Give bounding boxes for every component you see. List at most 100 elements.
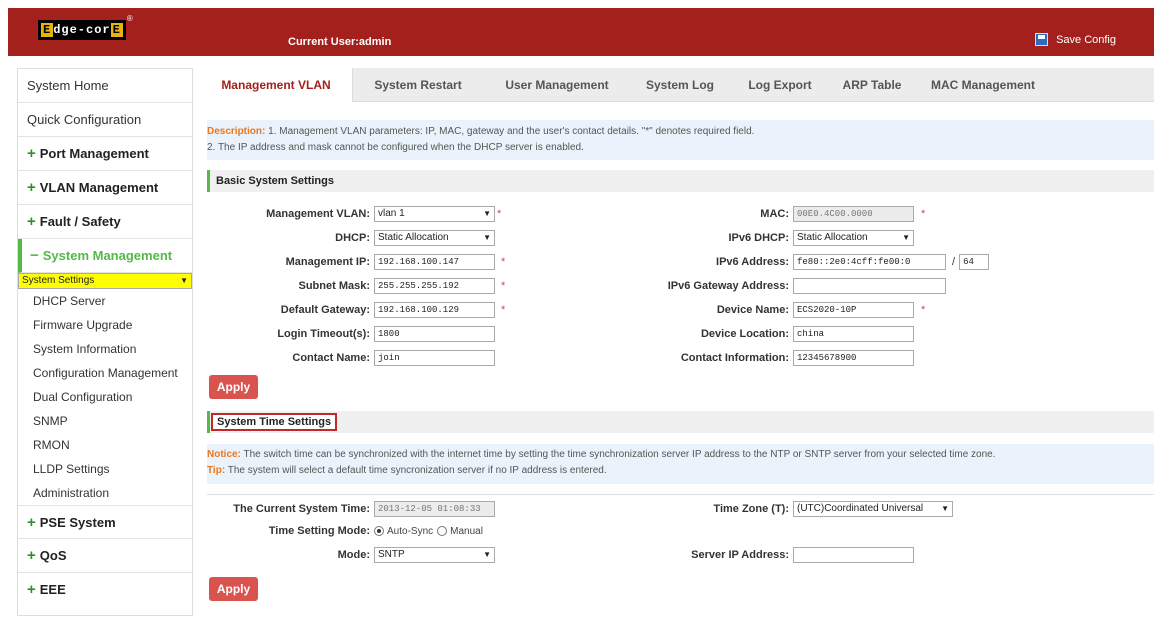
notice-text: The switch time can be synchronized with… bbox=[240, 449, 996, 460]
sidebar-item-port-management[interactable]: + Port Management bbox=[18, 137, 192, 171]
device-name-label: Device Name: bbox=[716, 304, 789, 316]
description-label: Description: bbox=[207, 126, 266, 137]
sidebar-sub-dual-configuration[interactable]: Dual Configuration bbox=[18, 385, 192, 409]
ipv6-dhcp-select[interactable]: Static Allocation bbox=[793, 230, 914, 246]
expand-icon: + bbox=[27, 145, 36, 162]
description-line2: 2. The IP address and mask cannot be con… bbox=[207, 142, 584, 153]
sidebar-sub-firmware-upgrade[interactable]: Firmware Upgrade bbox=[18, 313, 192, 337]
tab-user-management[interactable]: User Management bbox=[483, 68, 631, 102]
time-settings-header: System Time Settings bbox=[207, 411, 1154, 433]
collapse-icon: − bbox=[30, 247, 39, 264]
sidebar-sub-system-information[interactable]: System Information bbox=[18, 337, 192, 361]
time-settings-form: The Current System Time: 2013-12-05 01:0… bbox=[207, 499, 1154, 609]
sidebar-sub-dhcp-server[interactable]: DHCP Server bbox=[18, 289, 192, 313]
sidebar-item-qos[interactable]: + QoS bbox=[18, 539, 192, 573]
management-ip-label: Management IP: bbox=[285, 256, 370, 268]
current-time-label: The Current System Time: bbox=[233, 503, 370, 515]
tip-label: Tip: bbox=[207, 465, 226, 476]
basic-settings-form: Management VLAN: vlan 1 * DHCP: Static A… bbox=[207, 204, 1154, 434]
sidebar-sub-snmp[interactable]: SNMP bbox=[18, 409, 192, 433]
sidebar-item-eee[interactable]: + EEE bbox=[18, 573, 192, 607]
contact-information-label: Contact Information: bbox=[680, 352, 789, 364]
sidebar-item-fault-safety[interactable]: + Fault / Safety bbox=[18, 205, 192, 239]
sidebar-item-system-home[interactable]: System Home bbox=[18, 69, 192, 103]
sidebar-sub-configuration-management[interactable]: Configuration Management bbox=[18, 361, 192, 385]
expand-icon: + bbox=[27, 514, 36, 531]
notice-label: Notice: bbox=[207, 449, 241, 460]
ipv6-gateway-label: IPv6 Gateway Address: bbox=[667, 280, 789, 292]
ipv6-gateway-input[interactable] bbox=[793, 278, 946, 294]
dhcp-select[interactable]: Static Allocation bbox=[374, 230, 495, 246]
sidebar-item-pse-system[interactable]: + PSE System bbox=[18, 505, 192, 539]
device-name-input[interactable]: ECS2020-10P bbox=[793, 302, 914, 318]
sidebar-item-system-management[interactable]: − System Management bbox=[18, 239, 192, 273]
tab-system-log[interactable]: System Log bbox=[631, 68, 729, 102]
current-time-input: 2013-12-05 01:08:33 bbox=[374, 501, 495, 517]
apply-basic-button[interactable]: Apply bbox=[209, 375, 258, 399]
sidebar-sub-rmon[interactable]: RMON bbox=[18, 433, 192, 457]
sidebar-item-vlan-management[interactable]: + VLAN Management bbox=[18, 171, 192, 205]
server-ip-input[interactable] bbox=[793, 547, 914, 563]
server-ip-label: Server IP Address: bbox=[691, 549, 789, 561]
required-mark: * bbox=[501, 280, 506, 292]
default-gateway-input[interactable]: 192.168.100.129 bbox=[374, 302, 495, 318]
mode-select[interactable]: SNTP bbox=[374, 547, 495, 563]
tab-arp-table[interactable]: ARP Table bbox=[831, 68, 913, 102]
device-location-label: Device Location: bbox=[700, 328, 789, 340]
description-panel: Description: 1. Management VLAN paramete… bbox=[207, 120, 1154, 160]
sidebar: System Home Quick Configuration + Port Ma… bbox=[17, 68, 193, 616]
save-config-button[interactable]: Save Config bbox=[1035, 33, 1116, 46]
description-line1: 1. Management VLAN parameters: IP, MAC, … bbox=[265, 126, 755, 137]
required-mark: * bbox=[921, 208, 926, 220]
contact-name-input[interactable]: join bbox=[374, 350, 495, 366]
tip-text: The system will select a default time sy… bbox=[225, 465, 607, 476]
login-timeout-input[interactable]: 1800 bbox=[374, 326, 495, 342]
expand-icon: + bbox=[27, 581, 36, 598]
mac-label: MAC: bbox=[760, 208, 789, 220]
prefix-separator: / bbox=[952, 256, 956, 268]
save-icon bbox=[1035, 33, 1049, 46]
time-setting-mode-label: Time Setting Mode: bbox=[268, 525, 370, 537]
expand-icon: + bbox=[27, 179, 36, 196]
ipv6-prefix-input[interactable]: 64 bbox=[959, 254, 990, 270]
time-zone-select[interactable]: (UTC)Coordinated Universal bbox=[793, 501, 953, 517]
required-mark: * bbox=[501, 256, 506, 268]
tab-system-restart[interactable]: System Restart bbox=[353, 68, 483, 102]
time-notice-panel: Notice: The switch time can be synchroni… bbox=[207, 444, 1154, 484]
required-mark: * bbox=[921, 304, 926, 316]
manual-radio[interactable] bbox=[437, 526, 448, 536]
auto-sync-radio[interactable] bbox=[374, 526, 384, 536]
tab-mac-management[interactable]: MAC Management bbox=[913, 68, 1053, 102]
tab-log-export[interactable]: Log Export bbox=[729, 68, 831, 102]
expand-icon: + bbox=[27, 547, 36, 564]
mac-input: 00E0.4C00.0000 bbox=[793, 206, 914, 222]
device-location-input[interactable]: china bbox=[793, 326, 914, 342]
contact-information-input[interactable]: 12345678900 bbox=[793, 350, 914, 366]
sidebar-sub-administration[interactable]: Administration bbox=[18, 481, 192, 505]
required-mark: * bbox=[497, 208, 502, 220]
subnet-mask-input[interactable]: 255.255.255.192 bbox=[374, 278, 495, 294]
management-vlan-label: Management VLAN: bbox=[266, 208, 370, 220]
edgecore-logo: Edge-cor E ® bbox=[38, 14, 133, 40]
dhcp-label: DHCP: bbox=[335, 232, 370, 244]
basic-settings-header: Basic System Settings bbox=[207, 170, 1154, 192]
current-user-label: Current User:admin bbox=[288, 36, 392, 48]
tab-management-vlan[interactable]: Management VLAN bbox=[200, 68, 353, 102]
management-vlan-select[interactable]: vlan 1 bbox=[374, 206, 495, 222]
ipv6-address-input[interactable]: fe80::2e0:4cff:fe00:0 bbox=[793, 254, 946, 270]
contact-name-label: Contact Name: bbox=[292, 352, 370, 364]
sidebar-item-quick-configuration[interactable]: Quick Configuration bbox=[18, 103, 192, 137]
save-config-label: Save Config bbox=[1056, 33, 1116, 46]
tab-bar: Management VLAN System Restart User Mana… bbox=[200, 68, 1154, 102]
sidebar-sub-lldp-settings[interactable]: LLDP Settings bbox=[18, 457, 192, 481]
divider bbox=[207, 494, 1154, 495]
ipv6-dhcp-label: IPv6 DHCP: bbox=[728, 232, 789, 244]
header-bar: Edge-cor E ® Current User:admin Save Confi… bbox=[8, 8, 1154, 56]
login-timeout-label: Login Timeout(s): bbox=[277, 328, 370, 340]
management-ip-input[interactable]: 192.168.100.147 bbox=[374, 254, 495, 270]
required-mark: * bbox=[501, 304, 506, 316]
default-gateway-label: Default Gateway: bbox=[280, 304, 370, 316]
apply-time-button[interactable]: Apply bbox=[209, 577, 258, 601]
sidebar-sub-system-settings[interactable]: System Settings bbox=[18, 273, 192, 289]
ipv6-address-label: IPv6 Address: bbox=[716, 256, 789, 268]
